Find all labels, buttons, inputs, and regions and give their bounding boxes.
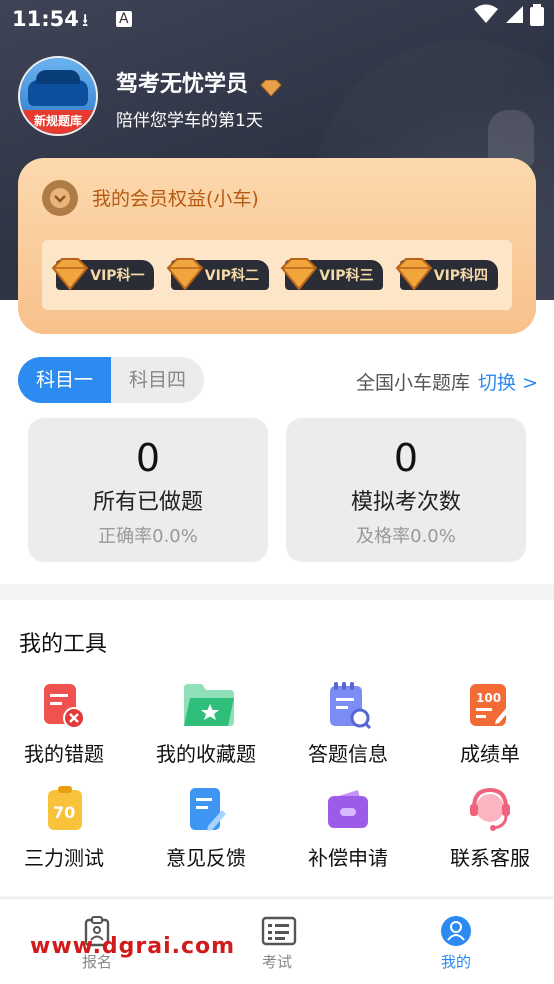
- vip-badge-label: VIP科一: [90, 268, 145, 284]
- tool-label: 联系客服: [450, 846, 530, 870]
- status-time: 11:54: [12, 7, 79, 31]
- favorites-folder-icon: [182, 682, 234, 730]
- username: 驾考无忧学员: [116, 66, 282, 98]
- vip-diamond-icon: [166, 258, 204, 291]
- score-sheet-icon: 100: [466, 682, 514, 730]
- stat-value: 0: [135, 436, 161, 480]
- vip-benefits-card[interactable]: 我的会员权益(小车) VIP科一 VIP科二 VIP科三 VIP科四: [18, 158, 536, 334]
- notification-icon: A: [116, 11, 132, 27]
- status-bar: 11:54 ⭳ A: [0, 0, 554, 38]
- battery-icon: [530, 4, 544, 32]
- tab-subject-one[interactable]: 科目一: [18, 357, 111, 403]
- stat-rate: 正确率0.0%: [98, 526, 198, 547]
- feedback-icon: [182, 786, 230, 834]
- vip-badge-3[interactable]: VIP科三: [280, 258, 384, 291]
- signal-icon: [504, 4, 524, 32]
- wrong-questions-icon: [40, 682, 88, 730]
- tool-three-ability-test[interactable]: 70 三力测试: [0, 786, 134, 871]
- three-ability-test-icon: 70: [40, 786, 88, 834]
- profile-subtitle: 陪伴您学车的第1天: [116, 111, 263, 131]
- compensation-wallet-icon: [324, 786, 372, 834]
- tool-label: 我的收藏题: [156, 742, 256, 766]
- tool-wrong-questions[interactable]: 我的错题: [0, 682, 134, 767]
- nav-label: 我的: [440, 953, 471, 971]
- tools-heading: 我的工具: [19, 632, 108, 657]
- tool-label: 补偿申请: [308, 846, 388, 870]
- stat-label: 模拟考次数: [350, 490, 461, 515]
- stat-card-done-questions[interactable]: 0 所有已做题 正确率0.0%: [28, 418, 268, 562]
- tool-answer-info[interactable]: 答题信息: [278, 682, 418, 767]
- stat-card-mock-exams[interactable]: 0 模拟考次数 及格率0.0%: [286, 418, 526, 562]
- tool-score-sheet[interactable]: 100 成绩单: [420, 682, 554, 767]
- customer-service-icon: [466, 786, 514, 834]
- download-icon: ⭳: [82, 10, 89, 31]
- vip-diamond-icon: [280, 258, 318, 291]
- username-text: 驾考无忧学员: [116, 72, 249, 97]
- wifi-icon: [474, 4, 498, 32]
- vip-badge-2[interactable]: VIP科二: [166, 258, 269, 291]
- tool-feedback[interactable]: 意见反馈: [136, 786, 276, 871]
- vip-badges-row: VIP科一 VIP科二 VIP科三 VIP科四: [42, 240, 512, 310]
- vip-diamond-icon: [395, 258, 433, 291]
- tool-label: 我的错题: [24, 742, 104, 766]
- tool-favorites[interactable]: 我的收藏题: [136, 682, 276, 767]
- vip-badge-label: VIP科二: [204, 268, 260, 284]
- vip-card-title: 我的会员权益(小车): [92, 188, 259, 210]
- nav-item-profile[interactable]: 我的: [396, 915, 516, 972]
- vip-badge-4[interactable]: VIP科四: [395, 258, 498, 291]
- avatar[interactable]: 新规题库: [18, 56, 98, 136]
- car-icon: [28, 70, 88, 106]
- subject-tabs: 科目一 科目四: [18, 357, 204, 403]
- question-bank-label: 全国小车题库: [356, 372, 471, 394]
- tool-compensation[interactable]: 补偿申请: [278, 786, 418, 871]
- exam-icon: [261, 915, 297, 947]
- stat-value: 0: [393, 436, 419, 480]
- svg-text:70: 70: [53, 803, 75, 822]
- answer-info-icon: [324, 682, 372, 730]
- switch-bank-link[interactable]: 切换 >: [478, 372, 538, 394]
- tool-label: 成绩单: [460, 742, 520, 766]
- diamond-icon: [259, 77, 282, 97]
- tools-section: 我的工具 我的错题 我的收藏题 答题信息 100 成绩单 70 三力测试 意见反…: [0, 600, 554, 896]
- profile-icon: [440, 915, 472, 947]
- vip-badge-1[interactable]: VIP科一: [51, 258, 155, 291]
- tool-customer-service[interactable]: 联系客服: [420, 786, 554, 871]
- stat-rate: 及格率0.0%: [356, 526, 456, 547]
- tab-subject-four[interactable]: 科目四: [111, 357, 204, 403]
- tool-label: 意见反馈: [166, 846, 246, 870]
- avatar-band: 新规题库: [20, 110, 96, 134]
- vip-badge-label: VIP科四: [433, 268, 489, 284]
- question-bank-selector: 全国小车题库 切换 >: [356, 368, 538, 395]
- vip-chevron-icon: [42, 180, 78, 216]
- svg-text:100: 100: [476, 691, 501, 705]
- vip-diamond-icon: [51, 258, 89, 291]
- tool-label: 答题信息: [308, 742, 388, 766]
- vip-badge-label: VIP科三: [319, 268, 374, 284]
- watermark: www.dgrai.com: [30, 934, 236, 959]
- stat-label: 所有已做题: [92, 490, 203, 515]
- nav-label: 考试: [261, 953, 292, 971]
- tool-label: 三力测试: [24, 846, 104, 870]
